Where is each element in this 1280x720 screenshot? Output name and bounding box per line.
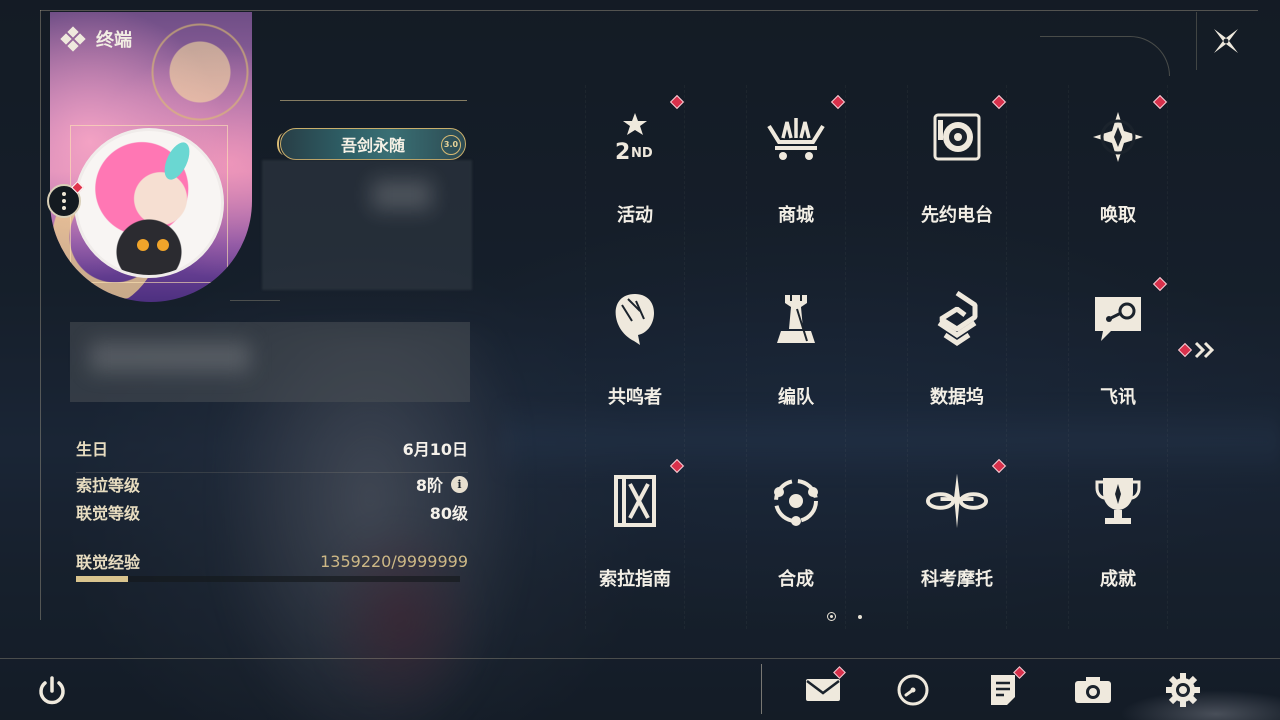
- radio-record-icon: [925, 105, 989, 169]
- frame-line-bottom: [0, 658, 1280, 659]
- badge-tag: 3.0: [441, 135, 461, 155]
- info-icon[interactable]: i: [451, 475, 468, 493]
- data-dock-icon: [925, 287, 989, 351]
- app-label: 科考摩托: [921, 569, 993, 590]
- app-label: 商城: [778, 205, 814, 226]
- app-label: 索拉指南: [599, 569, 671, 590]
- diamond-cluster-icon: [60, 26, 86, 52]
- page-dot[interactable]: [858, 614, 862, 619]
- power-icon: [39, 676, 65, 705]
- blurred-info: [262, 160, 472, 290]
- name-divider: [280, 100, 467, 101]
- stat-sola-level: 索拉等级 8阶 i: [76, 472, 468, 496]
- shop-cart-icon: [764, 105, 828, 169]
- guide-book-icon: [603, 469, 667, 533]
- character-head-icon: [603, 287, 667, 351]
- motorbike-icon: [925, 469, 989, 533]
- app-tile[interactable]: 编队: [716, 267, 876, 449]
- clock-icon: [897, 674, 929, 706]
- mail-button[interactable]: [800, 666, 846, 712]
- app-tile[interactable]: 唤取: [1038, 85, 1198, 267]
- svg-text:ND: ND: [631, 146, 653, 161]
- app-tile[interactable]: 科考摩托: [877, 449, 1037, 631]
- frame-curve: [1040, 36, 1170, 76]
- synthesis-orbit-icon: [764, 469, 828, 533]
- notice-button[interactable]: [980, 666, 1026, 712]
- page-title: 终端: [96, 30, 132, 51]
- experience-bar: [76, 576, 460, 582]
- notification-badge: [1177, 342, 1193, 358]
- app-label: 共鸣者: [608, 387, 662, 408]
- app-label: 编队: [778, 387, 814, 408]
- page-dot-active[interactable]: [827, 612, 836, 621]
- blurred-signature: [70, 322, 470, 402]
- app-label: 活动: [617, 205, 653, 226]
- app-label: 数据坞: [930, 387, 984, 408]
- app-label: 唤取: [1100, 205, 1136, 226]
- more-vertical-icon[interactable]: [47, 181, 84, 218]
- app-tile[interactable]: 2 ND 活动: [555, 85, 715, 267]
- app-tile[interactable]: 先约电台: [877, 85, 1037, 267]
- mail-icon: [806, 679, 840, 701]
- stat-birthday: 生日 6月10日: [76, 440, 468, 459]
- camera-icon: [1075, 677, 1111, 703]
- app-label: 合成: [778, 569, 814, 590]
- photo-button[interactable]: [1070, 668, 1116, 712]
- chess-team-icon: [764, 287, 828, 351]
- events-icon: 2 ND: [603, 105, 667, 169]
- name-badge[interactable]: 吾剑永随 3.0: [277, 128, 466, 160]
- close-button[interactable]: [1196, 12, 1256, 70]
- player-title: 吾剑永随: [340, 136, 405, 155]
- app-label: 成就: [1100, 569, 1136, 590]
- app-tile[interactable]: 共鸣者: [555, 267, 715, 449]
- power-button[interactable]: [34, 673, 70, 709]
- page-header: 终端: [60, 26, 132, 52]
- stat-union-exp: 联觉经验 1359220/9999999: [76, 551, 468, 573]
- page-indicator: [827, 612, 862, 621]
- stat-union-level: 联觉等级 80级: [76, 504, 468, 523]
- app-tile[interactable]: 商城: [716, 85, 876, 267]
- compass-star-icon: [1086, 105, 1150, 169]
- chat-message-icon: [1086, 287, 1150, 351]
- app-tile[interactable]: 索拉指南: [555, 449, 715, 631]
- app-tile[interactable]: 数据坞: [877, 267, 1037, 449]
- trophy-icon: [1086, 469, 1150, 533]
- app-tile[interactable]: 飞讯: [1038, 267, 1198, 449]
- app-tile[interactable]: 合成: [716, 449, 876, 631]
- next-page-button[interactable]: [1177, 340, 1220, 360]
- document-icon: [991, 675, 1015, 705]
- app-label: 先约电台: [921, 205, 993, 226]
- history-button[interactable]: [890, 668, 936, 712]
- close-x-icon: [1214, 29, 1238, 53]
- frame-line-top: [40, 10, 1258, 11]
- svg-text:2: 2: [615, 140, 630, 165]
- frame-line-left: [40, 10, 41, 620]
- experience-bar-fill: [76, 576, 129, 582]
- app-label: 飞讯: [1100, 387, 1136, 408]
- app-tile[interactable]: 成就: [1038, 449, 1198, 631]
- bottom-divider: [761, 664, 762, 714]
- double-chevron-right-icon: [1194, 341, 1215, 359]
- avatar[interactable]: [74, 128, 224, 278]
